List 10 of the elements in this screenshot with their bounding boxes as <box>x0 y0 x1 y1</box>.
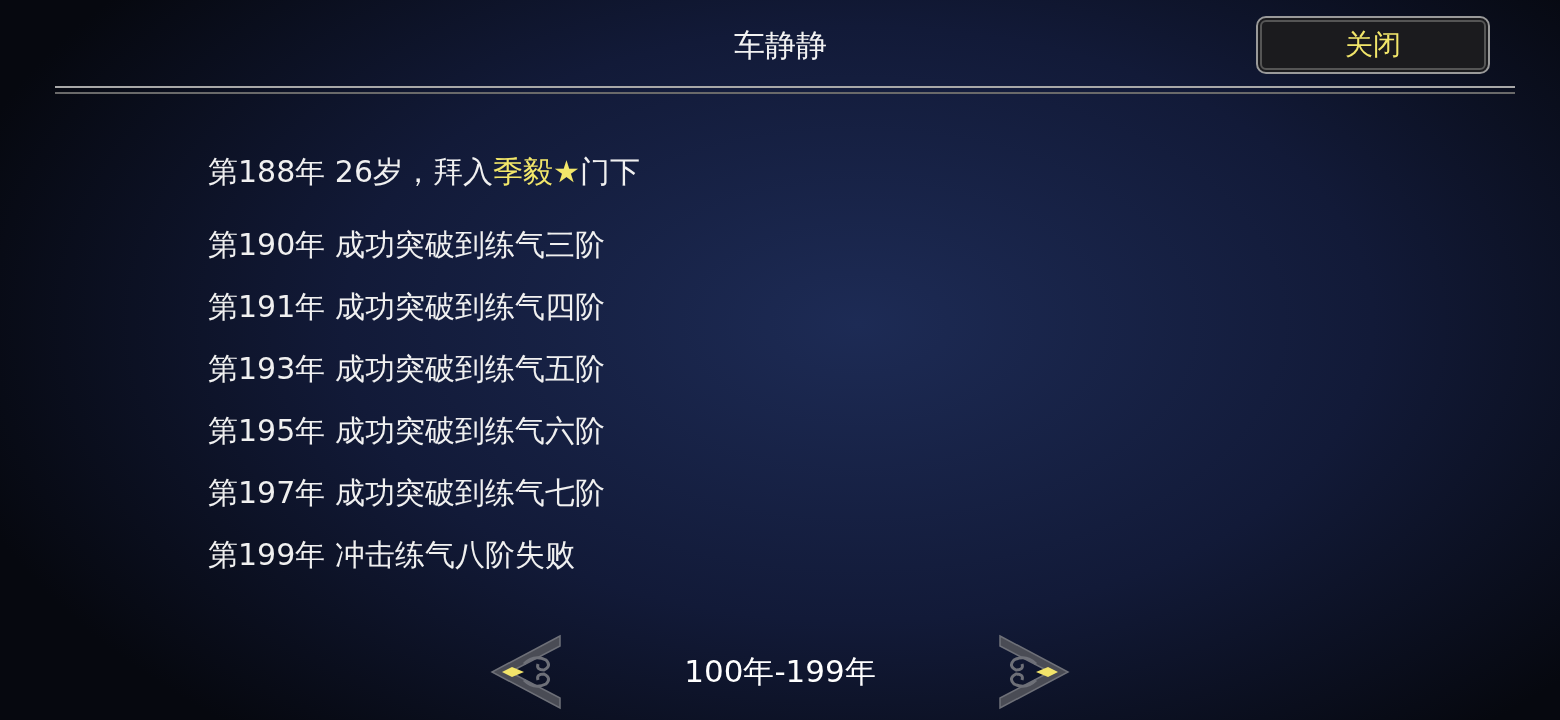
log-entry: 第191年 成功突破到练气四阶 <box>208 288 606 326</box>
log-entry: 第193年 成功突破到练气五阶 <box>208 350 606 388</box>
window-title: 车静静 <box>733 26 827 65</box>
log-entry: 第190年 成功突破到练气三阶 <box>208 226 606 264</box>
log-entry: 第195年 成功突破到练气六阶 <box>208 412 606 450</box>
close-button[interactable]: 关闭 <box>1256 16 1490 74</box>
year-range: 100年-199年 <box>684 652 876 691</box>
log-entry: 第197年 成功突破到练气七阶 <box>208 474 606 512</box>
log-entry: 第199年 冲击练气八阶失败 <box>208 536 576 574</box>
log-entry: 第188年 26岁，拜入季毅★门下 <box>208 153 641 191</box>
